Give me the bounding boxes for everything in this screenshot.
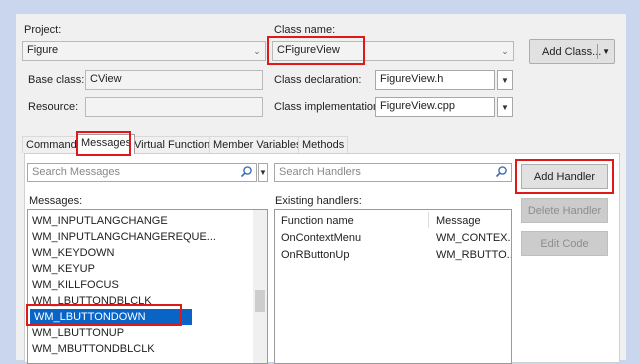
add-class-button[interactable]: Add Class... ▼ <box>529 39 615 64</box>
search-icon[interactable] <box>495 165 508 178</box>
class-name-highlight <box>267 36 365 65</box>
column-header-function-name[interactable]: Function name <box>281 215 354 227</box>
class-declaration-label: Class declaration: <box>274 74 362 86</box>
messages-scrollbar[interactable] <box>253 210 267 363</box>
chevron-down-icon[interactable]: ▼ <box>602 47 610 56</box>
resource-field <box>85 97 263 117</box>
list-item[interactable]: WM_LBUTTONUP <box>32 325 124 341</box>
add-class-label: Add Class... <box>542 45 602 58</box>
class-declaration-dropdown[interactable]: ▼ <box>497 70 513 90</box>
class-implementation-dropdown[interactable]: ▼ <box>497 97 513 117</box>
messages-list[interactable]: WM_INPUTLANGCHANGE WM_INPUTLANGCHANGEREQ… <box>27 209 268 364</box>
search-messages-placeholder: Search Messages <box>32 166 121 178</box>
chevron-down-icon: ▼ <box>501 75 509 85</box>
tab-virtual-functions[interactable]: Virtual Functions <box>130 136 220 153</box>
list-item[interactable]: WM_MBUTTONDBLCLK <box>32 341 155 357</box>
messages-tab-highlight <box>76 131 131 156</box>
class-wizard-dialog: Project: Figure ⌄ Class name: CFigureVie… <box>16 14 626 364</box>
search-messages-dropdown[interactable]: ▼ <box>258 163 268 182</box>
table-row-function[interactable]: OnRButtonUp <box>281 249 349 261</box>
project-combobox[interactable]: Figure ⌄ <box>22 41 266 61</box>
list-item[interactable]: WM_INPUTLANGCHANGEREQUE... <box>32 229 216 245</box>
base-class-label: Base class: <box>28 74 85 86</box>
list-item[interactable]: WM_KEYUP <box>32 261 95 277</box>
chevron-down-icon: ▼ <box>259 168 267 177</box>
edit-code-button[interactable]: Edit Code <box>521 231 608 256</box>
chevron-down-icon: ⌄ <box>253 45 261 56</box>
chevron-down-icon: ⌄ <box>501 45 509 56</box>
chevron-down-icon: ▼ <box>501 102 509 112</box>
split-divider <box>597 44 598 59</box>
resource-label: Resource: <box>28 101 79 113</box>
list-item[interactable]: WM_KILLFOCUS <box>32 277 119 293</box>
add-handler-highlight <box>515 159 614 194</box>
search-messages-input[interactable]: Search Messages <box>27 163 257 182</box>
project-value: Figure <box>27 44 59 56</box>
delete-handler-button[interactable]: Delete Handler <box>521 198 608 223</box>
project-label: Project: <box>24 24 62 36</box>
list-item[interactable]: WM_INPUTLANGCHANGE <box>32 213 168 229</box>
search-handlers-input[interactable]: Search Handlers <box>274 163 512 182</box>
scrollbar-thumb[interactable] <box>255 290 265 312</box>
column-divider[interactable] <box>428 212 429 228</box>
list-item[interactable]: WM_KEYDOWN <box>32 245 115 261</box>
messages-label: Messages: <box>29 195 83 207</box>
tab-methods[interactable]: Methods <box>298 136 349 153</box>
existing-handlers-label: Existing handlers: <box>275 195 362 207</box>
class-implementation-label: Class implementation: <box>274 101 383 113</box>
existing-handlers-table[interactable]: Function name Message OnContextMenu WM_C… <box>274 209 512 364</box>
table-row-function[interactable]: OnContextMenu <box>281 232 361 244</box>
class-implementation-field[interactable]: FigureView.cpp <box>375 97 495 117</box>
class-name-label: Class name: <box>274 24 336 36</box>
tab-member-variables[interactable]: Member Variables <box>209 136 306 153</box>
search-handlers-placeholder: Search Handlers <box>279 166 361 178</box>
class-declaration-field[interactable]: FigureView.h <box>375 70 495 90</box>
lbuttondown-highlight <box>26 304 182 326</box>
table-row-message[interactable]: WM_RBUTTO... <box>436 249 511 261</box>
search-icon[interactable] <box>240 165 253 178</box>
base-class-field: CView <box>85 70 263 90</box>
messages-panel: Search Messages ▼ Search Handlers Messag… <box>24 153 620 364</box>
table-row-message[interactable]: WM_CONTEX... <box>436 232 511 244</box>
column-header-message[interactable]: Message <box>436 215 481 227</box>
